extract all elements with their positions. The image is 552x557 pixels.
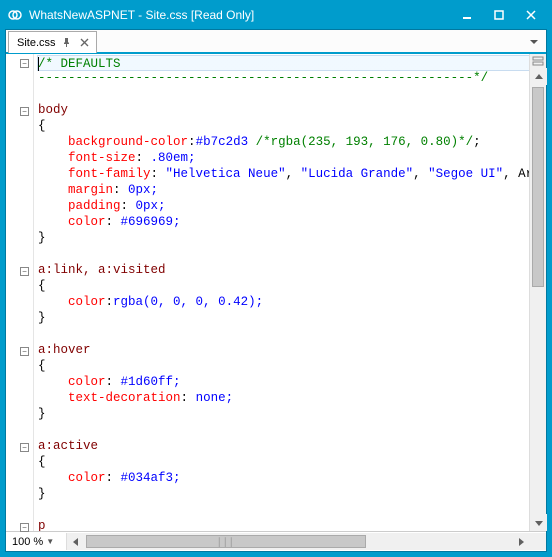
vscroll-track[interactable] xyxy=(530,85,546,514)
code-line[interactable]: { xyxy=(38,278,529,294)
code-line[interactable]: { xyxy=(38,454,529,470)
zoom-control[interactable]: 100 % ▼ xyxy=(6,536,66,548)
code-line[interactable] xyxy=(38,422,529,438)
code-line[interactable]: padding: 0px; xyxy=(38,198,529,214)
code-line[interactable]: color: #034af3; xyxy=(38,470,529,486)
code-line[interactable] xyxy=(38,86,529,102)
scroll-up-icon[interactable] xyxy=(530,68,547,85)
outline-collapse-icon[interactable]: − xyxy=(20,443,29,452)
outline-collapse-icon[interactable]: − xyxy=(20,523,29,532)
tab-dropdown-icon[interactable] xyxy=(526,34,542,50)
horizontal-scrollbar[interactable]: │││ xyxy=(66,533,529,550)
close-tab-icon[interactable] xyxy=(78,36,92,50)
titlebar: WhatsNewASPNET - Site.css [Read Only] xyxy=(1,1,551,29)
outline-collapse-icon[interactable]: − xyxy=(20,59,29,68)
code-line[interactable]: } xyxy=(38,406,529,422)
maximize-button[interactable] xyxy=(485,5,513,25)
code-line[interactable]: } xyxy=(38,230,529,246)
tab-label: Site.css xyxy=(17,37,56,49)
code-line[interactable]: /* DEFAULTS xyxy=(37,55,529,71)
code-line[interactable]: } xyxy=(38,486,529,502)
code-line[interactable]: a:hover xyxy=(38,342,529,358)
code-line[interactable]: background-color:#b7c2d3 /*rgba(235, 193… xyxy=(38,134,529,150)
tabstrip: Site.css xyxy=(6,30,546,54)
scroll-corner xyxy=(529,533,546,550)
code-line[interactable]: } xyxy=(38,310,529,326)
zoom-caret-icon[interactable]: ▼ xyxy=(46,537,54,546)
zoom-value: 100 % xyxy=(12,536,43,548)
document-tab[interactable]: Site.css xyxy=(8,31,97,53)
code-line[interactable]: { xyxy=(38,358,529,374)
thumb-grip-icon: │││ xyxy=(217,537,235,546)
code-line[interactable]: color: #1d60ff; xyxy=(38,374,529,390)
code-line[interactable] xyxy=(38,502,529,518)
code-line[interactable] xyxy=(38,246,529,262)
code-line[interactable]: font-size: .80em; xyxy=(38,150,529,166)
vscroll-thumb[interactable] xyxy=(532,87,544,287)
app-icon xyxy=(7,7,23,23)
outline-collapse-icon[interactable]: − xyxy=(20,267,29,276)
window-buttons xyxy=(453,5,545,25)
code-line[interactable]: ----------------------------------------… xyxy=(38,70,529,86)
outline-collapse-icon[interactable]: − xyxy=(20,347,29,356)
pin-icon[interactable] xyxy=(60,36,74,50)
code-line[interactable]: margin: 0px; xyxy=(38,182,529,198)
code-line[interactable]: a:link, a:visited xyxy=(38,262,529,278)
code-line[interactable]: body xyxy=(38,102,529,118)
code-line[interactable]: color:rgba(0, 0, 0, 0.42); xyxy=(38,294,529,310)
close-button[interactable] xyxy=(517,5,545,25)
code-line[interactable]: text-decoration: none; xyxy=(38,390,529,406)
split-icon[interactable] xyxy=(530,54,546,68)
code-line[interactable]: font-family: "Helvetica Neue", "Lucida G… xyxy=(38,166,529,182)
code-line[interactable]: p xyxy=(38,518,529,531)
scroll-down-icon[interactable] xyxy=(530,514,547,531)
app-window: WhatsNewASPNET - Site.css [Read Only] Si… xyxy=(0,0,552,557)
scroll-left-icon[interactable] xyxy=(67,533,84,550)
statusbar: 100 % ▼ │││ xyxy=(6,531,546,551)
hscroll-track[interactable]: │││ xyxy=(84,533,512,550)
scroll-right-icon[interactable] xyxy=(512,533,529,550)
vertical-scrollbar[interactable] xyxy=(529,54,546,531)
client-area: Site.css − − − − − − /* DEFAULTS-------------… xyxy=(5,29,547,552)
window-title: WhatsNewASPNET - Site.css [Read Only] xyxy=(29,8,453,22)
hscroll-thumb[interactable]: │││ xyxy=(86,535,366,548)
code-line[interactable] xyxy=(38,326,529,342)
code-line[interactable]: { xyxy=(38,118,529,134)
code-line[interactable]: a:active xyxy=(38,438,529,454)
outline-collapse-icon[interactable]: − xyxy=(20,107,29,116)
outline-gutter[interactable]: − − − − − − xyxy=(6,54,34,531)
editor: − − − − − − /* DEFAULTS----------------------… xyxy=(6,54,546,531)
minimize-button[interactable] xyxy=(453,5,481,25)
code-area[interactable]: /* DEFAULTS-----------------------------… xyxy=(34,54,529,531)
code-line[interactable]: color: #696969; xyxy=(38,214,529,230)
